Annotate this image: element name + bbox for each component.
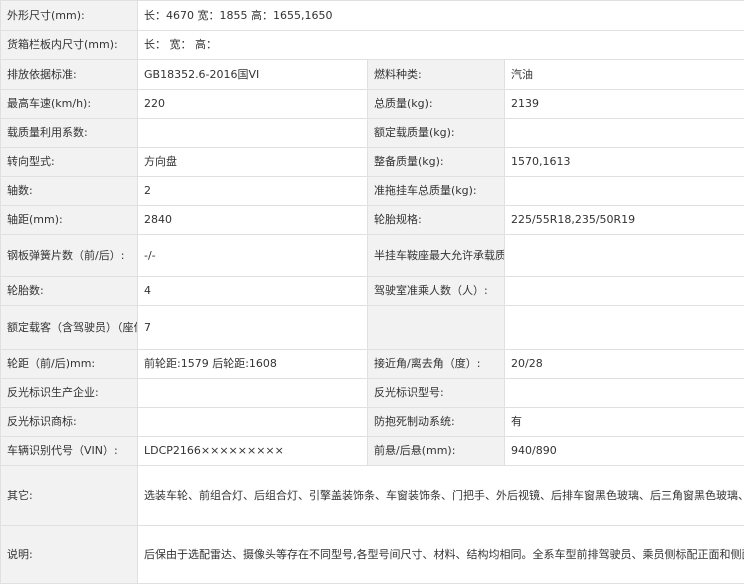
row-value: 4	[137, 276, 368, 306]
row-value	[504, 118, 744, 148]
row-label: 最高车速(km/h):	[0, 89, 138, 119]
table-row: 排放依据标准: GB18352.6-2016国VI 燃料种类: 汽油	[0, 59, 744, 90]
table-row: 货箱栏板内尺寸(mm): 长： 宽： 高：	[0, 30, 744, 60]
row-value: LDCP2166×××××××××	[137, 436, 368, 466]
row-label: 排放依据标准:	[0, 59, 138, 90]
row-label: 车辆识别代号（VIN）:	[0, 436, 138, 466]
row-label: 其它:	[0, 465, 138, 526]
row-value: 前轮距:1579 后轮距:1608	[137, 349, 368, 379]
row-value: 2139	[504, 89, 744, 119]
row-value: 20/28	[504, 349, 744, 379]
row-label: 轴数:	[0, 176, 138, 206]
row-value: 7	[137, 305, 368, 350]
row-label: 载质量利用系数:	[0, 118, 138, 148]
table-row: 轴数: 2 准拖挂车总质量(kg):	[0, 176, 744, 206]
table-row: 钢板弹簧片数（前/后）: -/- 半挂车鞍座最大允许承载质量(kg):	[0, 234, 744, 277]
row-label: 总质量(kg):	[367, 89, 505, 119]
table-row: 反光标识商标: 防抱死制动系统: 有	[0, 407, 744, 437]
row-label: 额定载质量(kg):	[367, 118, 505, 148]
row-value: 2	[137, 176, 368, 206]
row-value: 长：4670 宽：1855 高：1655,1650	[137, 0, 744, 31]
row-value: 长： 宽： 高：	[137, 30, 744, 60]
row-label: 轮胎规格:	[367, 205, 505, 235]
row-value: 220	[137, 89, 368, 119]
row-label: 燃料种类:	[367, 59, 505, 90]
table-row: 额定载客（含驾驶员）（座位数）: 7	[0, 305, 744, 350]
row-label: 钢板弹簧片数（前/后）:	[0, 234, 138, 277]
row-value: 940/890	[504, 436, 744, 466]
row-value	[504, 176, 744, 206]
table-row: 说明: 后保由于选配雷达、摄像头等存在不同型号,各型号间尺寸、材料、结构均相同。…	[0, 525, 744, 584]
table-row: 轮胎数: 4 驾驶室准乘人数（人）:	[0, 276, 744, 306]
row-label: 准拖挂车总质量(kg):	[367, 176, 505, 206]
row-value	[504, 234, 744, 277]
row-value	[137, 378, 368, 408]
table-row: 转向型式: 方向盘 整备质量(kg): 1570,1613	[0, 147, 744, 177]
row-value: 方向盘	[137, 147, 368, 177]
row-value: GB18352.6-2016国VI	[137, 59, 368, 90]
row-label: 轮距（前/后)mm:	[0, 349, 138, 379]
row-label: 反光标识生产企业:	[0, 378, 138, 408]
row-value: 1570,1613	[504, 147, 744, 177]
row-label: 外形尺寸(mm):	[0, 0, 138, 31]
row-value: 后保由于选配雷达、摄像头等存在不同型号,各型号间尺寸、材料、结构均相同。全系车型…	[137, 525, 744, 584]
row-label: 转向型式:	[0, 147, 138, 177]
row-value: 汽油	[504, 59, 744, 90]
row-label: 额定载客（含驾驶员）（座位数）:	[0, 305, 138, 350]
row-label: 前悬/后悬(mm):	[367, 436, 505, 466]
row-label: 反光标识商标:	[0, 407, 138, 437]
spec-table: 外形尺寸(mm): 长：4670 宽：1855 高：1655,1650 货箱栏板…	[0, 0, 744, 584]
table-row: 外形尺寸(mm): 长：4670 宽：1855 高：1655,1650	[0, 0, 744, 31]
row-label: 说明:	[0, 525, 138, 584]
row-value	[504, 276, 744, 306]
row-label	[367, 305, 505, 350]
row-label: 接近角/离去角（度）:	[367, 349, 505, 379]
row-value: 225/55R18,235/50R19	[504, 205, 744, 235]
table-row: 轴距(mm): 2840 轮胎规格: 225/55R18,235/50R19	[0, 205, 744, 235]
table-row: 轮距（前/后)mm: 前轮距:1579 后轮距:1608 接近角/离去角（度）:…	[0, 349, 744, 379]
row-label: 轮胎数:	[0, 276, 138, 306]
row-label: 反光标识型号:	[367, 378, 505, 408]
row-label: 防抱死制动系统:	[367, 407, 505, 437]
row-label: 半挂车鞍座最大允许承载质量(kg):	[367, 234, 505, 277]
row-value: 2840	[137, 205, 368, 235]
table-row: 反光标识生产企业: 反光标识型号:	[0, 378, 744, 408]
row-value: -/-	[137, 234, 368, 277]
table-row: 载质量利用系数: 额定载质量(kg):	[0, 118, 744, 148]
table-row: 车辆识别代号（VIN）: LDCP2166××××××××× 前悬/后悬(mm)…	[0, 436, 744, 466]
row-value: 有	[504, 407, 744, 437]
row-value	[137, 407, 368, 437]
row-label: 轴距(mm):	[0, 205, 138, 235]
row-value	[504, 305, 744, 350]
row-label: 驾驶室准乘人数（人）:	[367, 276, 505, 306]
row-value	[137, 118, 368, 148]
table-row: 其它: 选装车轮、前组合灯、后组合灯、引擎盖装饰条、车窗装饰条、门把手、外后视镜…	[0, 465, 744, 526]
row-value: 选装车轮、前组合灯、后组合灯、引擎盖装饰条、车窗装饰条、门把手、外后视镜、后排车…	[137, 465, 744, 526]
row-value	[504, 378, 744, 408]
table-row: 最高车速(km/h): 220 总质量(kg): 2139	[0, 89, 744, 119]
row-label: 整备质量(kg):	[367, 147, 505, 177]
row-label: 货箱栏板内尺寸(mm):	[0, 30, 138, 60]
